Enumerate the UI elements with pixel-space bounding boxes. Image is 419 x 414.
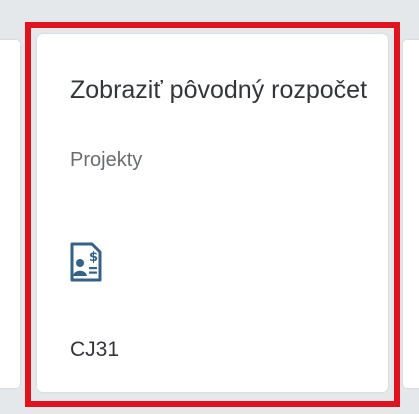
selection-highlight-frame — [25, 22, 400, 407]
previous-tile-edge[interactable] — [0, 40, 20, 388]
next-tile-edge[interactable] — [403, 40, 419, 388]
launchpad-area: Zobraziť pôvodný rozpočet Projekty $ CJ3… — [0, 0, 419, 414]
